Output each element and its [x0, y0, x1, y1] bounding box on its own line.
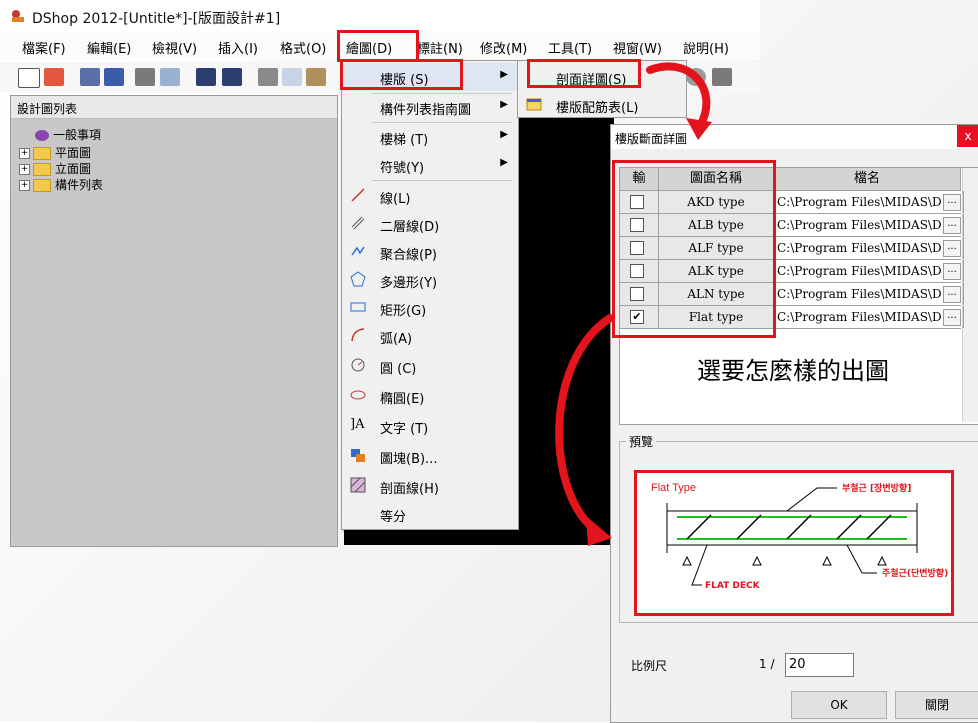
- arrow-to-preview: [555, 314, 614, 534]
- arrow-to-dialog: [646, 62, 711, 130]
- annotation-arrows: [555, 62, 712, 546]
- arrow-head-icon: [686, 118, 712, 140]
- arrow-head-icon: [586, 516, 612, 546]
